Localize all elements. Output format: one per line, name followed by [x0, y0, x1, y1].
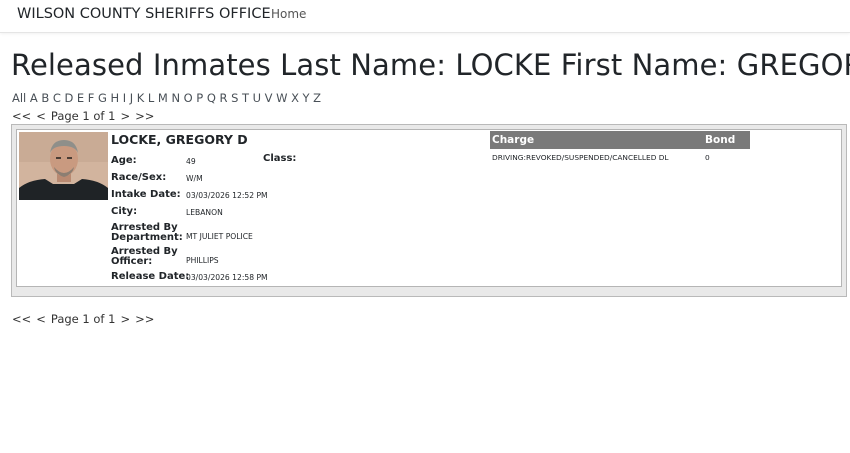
alphabet-link-t[interactable]: T: [242, 91, 249, 105]
intake-date-value: 03/03/2026 12:52 PM: [186, 191, 268, 200]
charge-column-header: Charge: [492, 134, 535, 146]
inmate-photo: [19, 132, 108, 200]
results-container: LOCKE, GREGORY D Age: 49 Class: Race/Sex…: [11, 124, 847, 297]
inmate-name: LOCKE, GREGORY D: [111, 132, 248, 147]
release-date-value: 03/03/2026 12:58 PM: [186, 273, 268, 282]
charges-table: Charge Bond DRIVING:REVOKED/SUSPENDED/CA…: [490, 131, 750, 163]
arrested-dept-label: Arrested By Department:: [111, 223, 183, 242]
alphabet-link-w[interactable]: W: [276, 91, 287, 105]
alphabet-link-b[interactable]: B: [41, 91, 49, 105]
charge-cell: DRIVING:REVOKED/SUSPENDED/CANCELLED DL: [492, 153, 669, 162]
alphabet-link-a[interactable]: A: [30, 91, 38, 105]
race-sex-label: Race/Sex:: [111, 172, 167, 183]
page-title: Released Inmates Last Name: LOCKE First …: [11, 48, 850, 82]
age-value: 49: [186, 157, 196, 166]
arrested-dept-value: MT JULIET POLICE: [186, 232, 253, 241]
alphabet-link-z[interactable]: Z: [313, 91, 321, 105]
alphabet-link-x[interactable]: X: [291, 91, 299, 105]
arrested-officer-label: Arrested By Officer:: [111, 247, 178, 266]
pager-bottom: << < Page 1 of 1 > >>: [12, 312, 159, 326]
pager-first-link[interactable]: <<: [12, 312, 31, 326]
class-label: Class:: [263, 153, 297, 164]
alphabet-link-d[interactable]: D: [64, 91, 73, 105]
alphabet-link-u[interactable]: U: [253, 91, 261, 105]
pager-next-link[interactable]: >: [120, 109, 130, 123]
city-label: City:: [111, 206, 138, 217]
nav-home-link[interactable]: Home: [271, 7, 306, 21]
charges-header-row: Charge Bond: [490, 131, 750, 149]
pager-next-link[interactable]: >: [120, 312, 130, 326]
bond-column-header: Bond: [705, 134, 736, 146]
alphabet-link-f[interactable]: F: [88, 91, 95, 105]
intake-date-label: Intake Date:: [111, 189, 181, 200]
pager-prev-link[interactable]: <: [36, 109, 46, 123]
alphabet-link-s[interactable]: S: [231, 91, 238, 105]
alphabet-link-e[interactable]: E: [77, 91, 84, 105]
alphabet-link-g[interactable]: G: [98, 91, 107, 105]
race-sex-value: W/M: [186, 174, 203, 183]
alphabet-link-h[interactable]: H: [111, 91, 120, 105]
alphabet-link-r[interactable]: R: [219, 91, 227, 105]
alphabet-link-n[interactable]: N: [171, 91, 180, 105]
alphabet-link-l[interactable]: L: [148, 91, 154, 105]
pager-prev-link[interactable]: <: [36, 312, 46, 326]
alphabet-link-m[interactable]: M: [158, 91, 168, 105]
alphabet-link-o[interactable]: O: [184, 91, 193, 105]
pager-label: Page 1 of 1: [50, 312, 116, 326]
alphabet-link-p[interactable]: P: [196, 91, 203, 105]
alphabet-link-all[interactable]: All: [12, 91, 26, 105]
charge-row: DRIVING:REVOKED/SUSPENDED/CANCELLED DL 0: [490, 149, 750, 163]
city-value: LEBANON: [186, 208, 223, 217]
alphabet-link-i[interactable]: I: [123, 91, 126, 105]
pager-first-link[interactable]: <<: [12, 109, 31, 123]
alphabet-link-v[interactable]: V: [265, 91, 273, 105]
alphabet-link-k[interactable]: K: [137, 91, 145, 105]
alphabet-link-q[interactable]: Q: [207, 91, 216, 105]
release-date-label: Release Date:: [111, 271, 190, 282]
alphabet-link-c[interactable]: C: [53, 91, 61, 105]
inmate-record: LOCKE, GREGORY D Age: 49 Class: Race/Sex…: [16, 129, 842, 287]
pager-top: << < Page 1 of 1 > >>: [12, 109, 159, 123]
top-navbar: WILSON COUNTY SHERIFFS OFFICE Home: [0, 0, 850, 33]
age-label: Age:: [111, 155, 137, 166]
pager-label: Page 1 of 1: [50, 109, 116, 123]
alphabet-link-y[interactable]: Y: [303, 91, 310, 105]
arrested-officer-label-line2: Officer:: [111, 255, 153, 267]
bond-cell: 0: [705, 153, 710, 162]
arrested-dept-label-line2: Department:: [111, 231, 183, 243]
pager-last-link[interactable]: >>: [135, 312, 154, 326]
pager-last-link[interactable]: >>: [135, 109, 154, 123]
arrested-officer-value: PHILLIPS: [186, 256, 219, 265]
brand-link[interactable]: WILSON COUNTY SHERIFFS OFFICE: [17, 6, 271, 22]
alphabet-link-j[interactable]: J: [130, 91, 133, 105]
alphabet-filter: All A B C D E F G H I J K L M N O P Q R S T U V W X Y Z: [12, 91, 325, 105]
